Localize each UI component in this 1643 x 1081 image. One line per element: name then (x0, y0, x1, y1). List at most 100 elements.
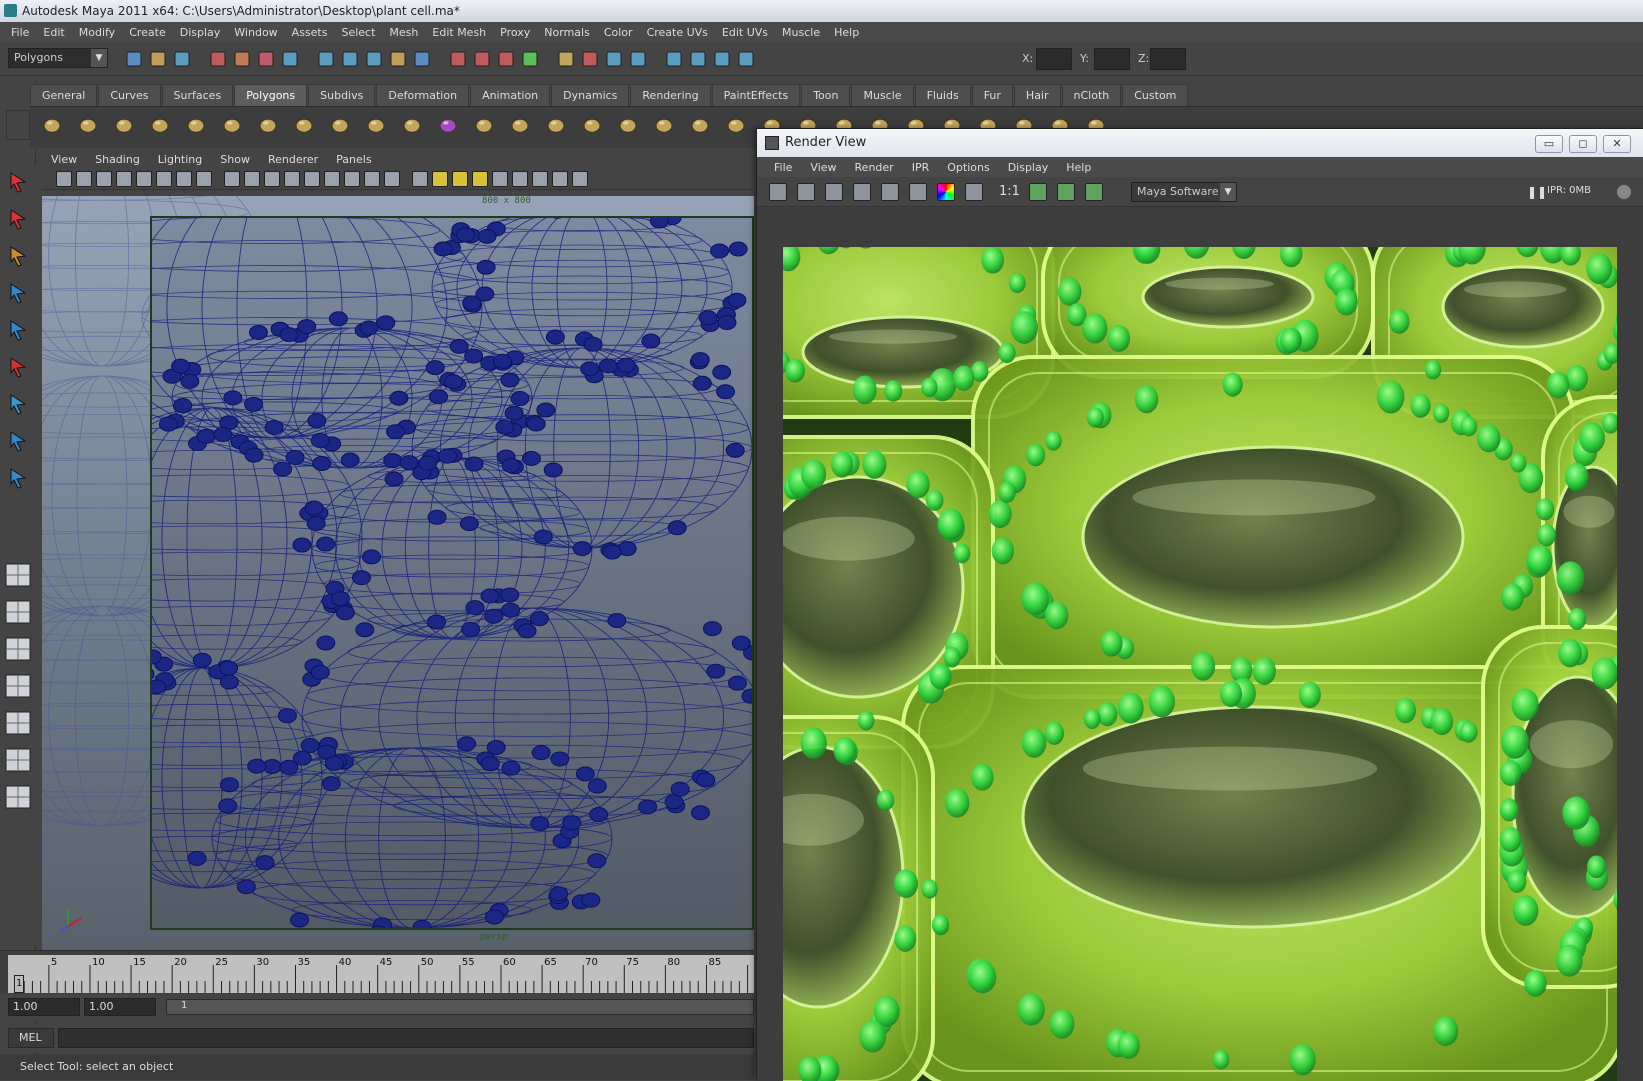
shelf-tab-curves[interactable]: Curves (98, 84, 160, 106)
viewport-menu-renderer[interactable]: Renderer (259, 153, 327, 166)
tool-settings-icon[interactable] (712, 49, 732, 69)
select-hierarchy-icon[interactable] (208, 49, 228, 69)
pivot-icon[interactable] (580, 49, 600, 69)
history-icon[interactable] (412, 49, 432, 69)
soft-mod-tool-icon[interactable] (3, 426, 33, 456)
dope-sheet-layout-icon[interactable] (3, 745, 33, 775)
sidebar-toggle-icon[interactable] (664, 49, 684, 69)
viewport-menu-view[interactable]: View (42, 153, 86, 166)
render-image[interactable] (783, 247, 1617, 1081)
shelf-combine-icon[interactable] (366, 115, 394, 143)
shelf-pyramid-icon[interactable] (258, 115, 286, 143)
shelf-cube-icon[interactable] (78, 115, 106, 143)
shelf-bevel-icon[interactable] (510, 115, 538, 143)
shelf-tab-fur[interactable]: Fur (972, 84, 1013, 106)
hypergraph-layout-icon[interactable] (3, 708, 33, 738)
four-pane-layout-icon[interactable] (3, 597, 33, 627)
show-manip-icon[interactable] (3, 463, 33, 493)
shelf-tab-hair[interactable]: Hair (1014, 84, 1061, 106)
renderer-dropdown[interactable]: Maya Software ▼ (1131, 182, 1237, 202)
menu-help[interactable]: Help (827, 26, 866, 39)
viewport-tool-14-icon[interactable] (344, 171, 360, 187)
ratio-button[interactable]: 1:1 (999, 184, 1020, 199)
attribute-editor-icon[interactable] (688, 49, 708, 69)
viewport-tool-17-icon[interactable] (412, 171, 428, 187)
menu-create-uvs[interactable]: Create UVs (640, 26, 715, 39)
shelf-tab-muscle[interactable]: Muscle (851, 84, 913, 106)
viewport-tool-3-icon[interactable] (116, 171, 132, 187)
shelf-sphere-icon[interactable] (42, 115, 70, 143)
render-menu-help[interactable]: Help (1057, 161, 1100, 174)
viewport-tool-16-icon[interactable] (384, 171, 400, 187)
menu-mesh[interactable]: Mesh (382, 26, 425, 39)
output-ops-icon[interactable] (628, 49, 648, 69)
snap-curve-icon[interactable] (316, 49, 336, 69)
menu-modify[interactable]: Modify (72, 26, 122, 39)
persp-viewport[interactable]: 800 x 800 persp (42, 196, 754, 950)
shelf-tab-custom[interactable]: Custom (1122, 84, 1188, 106)
minimize-button[interactable]: ▭ (1535, 135, 1563, 153)
viewport-tool-18-icon[interactable] (432, 171, 448, 187)
menu-muscle[interactable]: Muscle (775, 26, 827, 39)
viewport-tool-5-icon[interactable] (156, 171, 172, 187)
menu-window[interactable]: Window (227, 26, 284, 39)
menu-assets[interactable]: Assets (285, 26, 335, 39)
viewport-tool-9-icon[interactable] (244, 171, 260, 187)
shelf-cylinder-icon[interactable] (114, 115, 142, 143)
shelf-tab-toon[interactable]: Toon (801, 84, 850, 106)
display-log-icon[interactable] (1085, 183, 1103, 201)
outliner-layout-icon[interactable] (3, 634, 33, 664)
maximize-button[interactable]: ◻ (1569, 135, 1597, 153)
viewport-tool-8-icon[interactable] (224, 171, 240, 187)
range-start-field[interactable]: 1.00 (8, 998, 80, 1016)
shelf-offset-edge-icon[interactable] (726, 115, 754, 143)
render-menu-view[interactable]: View (801, 161, 845, 174)
render-view-title-bar[interactable]: Render View ▭ ◻ ✕ (757, 129, 1643, 157)
shelf-options-icon[interactable] (6, 110, 30, 140)
shelf-tab-surfaces[interactable]: Surfaces (162, 84, 234, 106)
make-live-icon[interactable] (388, 49, 408, 69)
viewport-tool-1-icon[interactable] (76, 171, 92, 187)
menu-normals[interactable]: Normals (537, 26, 597, 39)
shelf-pipe-icon[interactable] (294, 115, 322, 143)
viewport-tool-7-icon[interactable] (196, 171, 212, 187)
single-pane-layout-icon[interactable] (3, 560, 33, 590)
shelf-extract-icon[interactable] (438, 115, 466, 143)
viewport-tool-13-icon[interactable] (324, 171, 340, 187)
render-settings-icon[interactable] (496, 49, 516, 69)
redo-render-icon[interactable] (769, 183, 787, 201)
shelf-tab-animation[interactable]: Animation (470, 84, 550, 106)
viewport-tool-10-icon[interactable] (264, 171, 280, 187)
menu-edit-uvs[interactable]: Edit UVs (715, 26, 775, 39)
menu-select[interactable]: Select (334, 26, 382, 39)
viewport-tool-21-icon[interactable] (492, 171, 508, 187)
shelf-tab-rendering[interactable]: Rendering (630, 84, 710, 106)
keep-image-icon[interactable] (909, 183, 927, 201)
mel-button[interactable]: MEL (8, 1028, 54, 1048)
shelf-plane-icon[interactable] (186, 115, 214, 143)
select-object-icon[interactable] (232, 49, 252, 69)
range-bar[interactable]: 1 (166, 999, 754, 1015)
shelf-tab-fluids[interactable]: Fluids (915, 84, 971, 106)
shelf-bridge-icon[interactable] (582, 115, 610, 143)
render-region-icon[interactable] (797, 183, 815, 201)
new-scene-icon[interactable] (124, 49, 144, 69)
shelf-separate-icon[interactable] (402, 115, 430, 143)
shelf-extrude-icon[interactable] (546, 115, 574, 143)
menu-edit-mesh[interactable]: Edit Mesh (425, 26, 493, 39)
shelf-tab-subdivs[interactable]: Subdivs (308, 84, 375, 106)
shelf-tab-polygons[interactable]: Polygons (234, 84, 307, 106)
move-tool-icon[interactable] (3, 278, 33, 308)
shelf-tab-dynamics[interactable]: Dynamics (551, 84, 629, 106)
render-menu-render[interactable]: Render (846, 161, 903, 174)
channel-box-icon[interactable] (736, 49, 756, 69)
snap-grid-icon[interactable] (280, 49, 300, 69)
zoom-fit-icon[interactable] (1029, 183, 1047, 201)
shelf-append-icon[interactable] (618, 115, 646, 143)
scale-tool-icon[interactable] (3, 352, 33, 382)
universal-manip-icon[interactable] (3, 389, 33, 419)
shelf-soccer-ball-icon[interactable] (330, 115, 358, 143)
render-frame-icon[interactable] (448, 49, 468, 69)
viewport-menu-lighting[interactable]: Lighting (149, 153, 211, 166)
rotate-tool-icon[interactable] (3, 315, 33, 345)
